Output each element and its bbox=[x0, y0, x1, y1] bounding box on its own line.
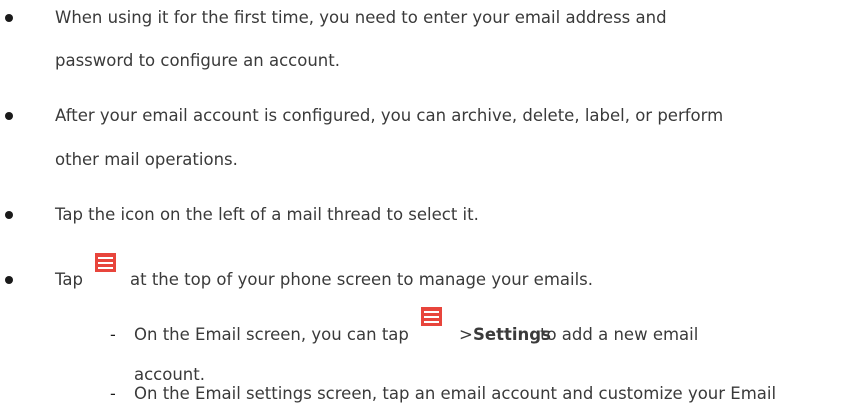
menu-icon bbox=[421, 307, 442, 326]
bullet-2-line-2: other mail operations. bbox=[55, 150, 238, 169]
bullet-4-suffix: at the top of your phone screen to manag… bbox=[130, 270, 594, 289]
bullet-dot bbox=[5, 14, 13, 22]
bullet-dot bbox=[5, 112, 13, 120]
bullet-4-prefix: Tap bbox=[55, 270, 83, 289]
bullet-1-line-1: When using it for the first time, you ne… bbox=[55, 8, 667, 27]
sub-item-1-arrow: > bbox=[459, 325, 473, 344]
document-page: When using it for the first time, you ne… bbox=[0, 0, 858, 408]
bullet-1-line-2: password to configure an account. bbox=[55, 51, 340, 70]
sub-item-1-line-2: account. bbox=[134, 365, 205, 384]
bullet-3-line-1: Tap the icon on the left of a mail threa… bbox=[55, 205, 479, 224]
bullet-2-line-1: After your email account is configured, … bbox=[55, 106, 724, 125]
menu-icon bbox=[95, 253, 116, 272]
bullet-dot bbox=[5, 276, 13, 284]
sub-item-dash: - bbox=[110, 384, 116, 403]
sub-item-1-suffix: to add a new email bbox=[540, 325, 699, 344]
sub-item-2-line-1: On the Email settings screen, tap an ema… bbox=[134, 384, 777, 403]
bullet-dot bbox=[5, 211, 13, 219]
sub-item-dash: - bbox=[110, 325, 116, 344]
sub-item-1-prefix: On the Email screen, you can tap bbox=[134, 325, 409, 344]
